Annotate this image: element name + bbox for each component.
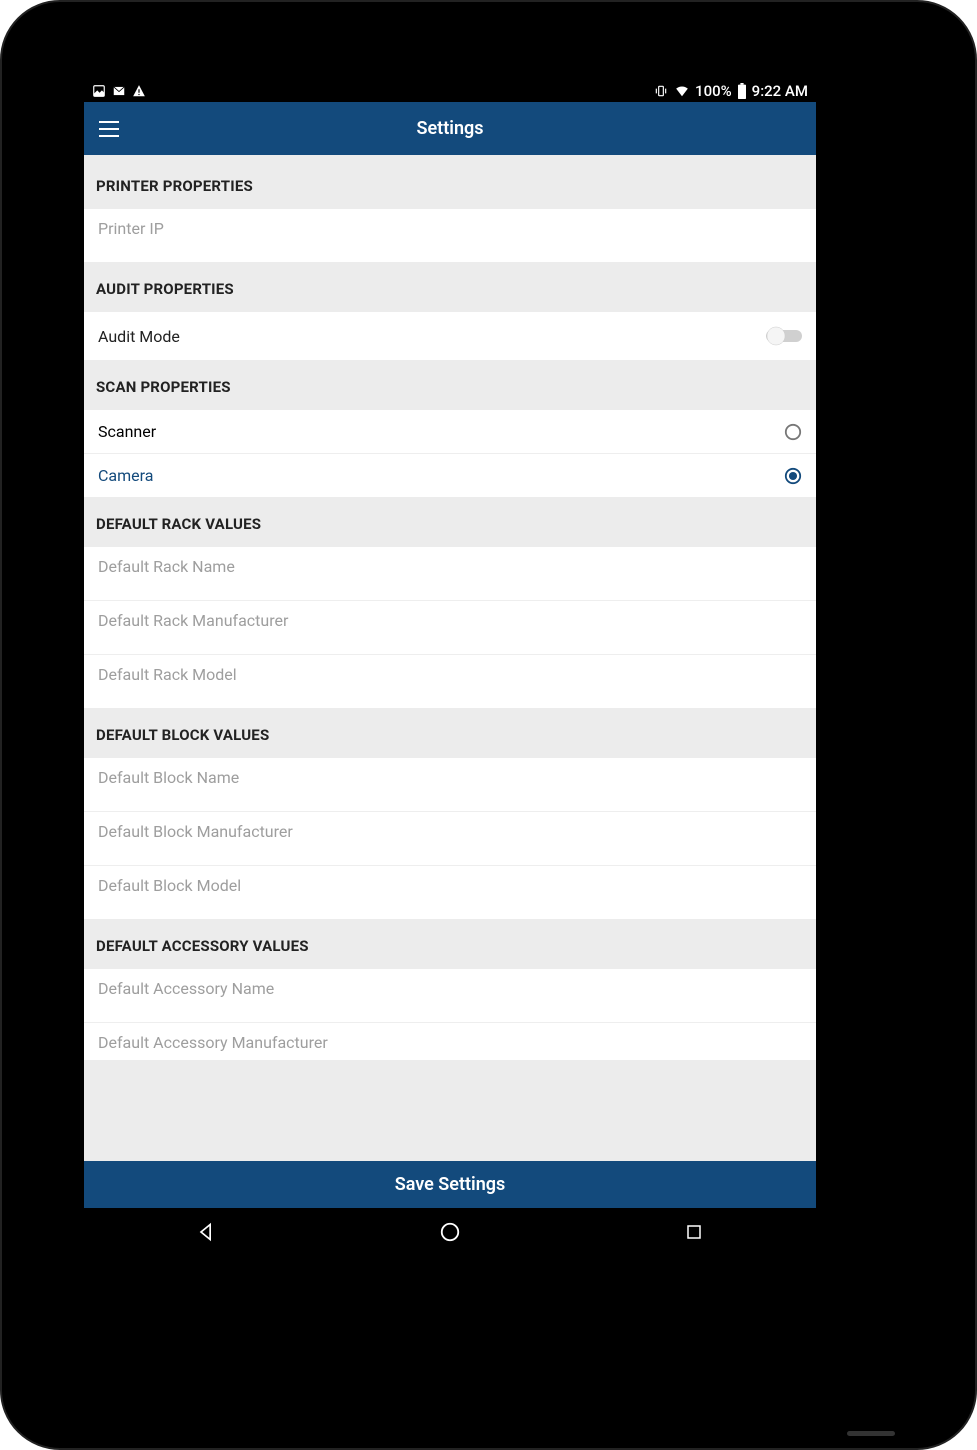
rack-model-field[interactable]: Default Rack Model	[84, 655, 816, 708]
home-icon	[439, 1221, 461, 1243]
section-header-accessory: DEFAULT ACCESSORY VALUES	[84, 919, 816, 969]
block-name-field[interactable]: Default Block Name	[84, 758, 816, 812]
rack-name-placeholder: Default Rack Name	[98, 557, 802, 576]
clock-time: 9:22 AM	[752, 82, 808, 100]
scan-option-camera[interactable]: Camera	[84, 454, 816, 497]
tablet-frame: 100% 9:22 AM Settings PRINTER PROPERTIES…	[0, 0, 977, 1450]
section-header-printer: PRINTER PROPERTIES	[84, 155, 816, 209]
accessory-manufacturer-field[interactable]: Default Accessory Manufacturer	[84, 1023, 816, 1060]
block-manufacturer-field[interactable]: Default Block Manufacturer	[84, 812, 816, 866]
screen: 100% 9:22 AM Settings PRINTER PROPERTIES…	[84, 80, 816, 1256]
nav-home-button[interactable]	[380, 1208, 520, 1256]
accessory-name-field[interactable]: Default Accessory Name	[84, 969, 816, 1023]
image-icon	[92, 84, 106, 98]
audit-mode-toggle[interactable]	[766, 326, 802, 346]
block-name-placeholder: Default Block Name	[98, 768, 802, 787]
block-model-placeholder: Default Block Model	[98, 876, 802, 895]
rack-manufacturer-placeholder: Default Rack Manufacturer	[98, 611, 802, 630]
section-header-rack: DEFAULT RACK VALUES	[84, 497, 816, 547]
rack-manufacturer-field[interactable]: Default Rack Manufacturer	[84, 601, 816, 655]
section-header-block: DEFAULT BLOCK VALUES	[84, 708, 816, 758]
app-bar: Settings	[84, 102, 816, 155]
battery-icon	[737, 83, 747, 99]
section-header-scan: SCAN PROPERTIES	[84, 360, 816, 410]
android-nav-bar	[84, 1208, 816, 1256]
settings-content[interactable]: PRINTER PROPERTIES Printer IP AUDIT PROP…	[84, 155, 816, 1161]
scan-option-camera-label: Camera	[98, 466, 153, 485]
audit-mode-row[interactable]: Audit Mode	[84, 312, 816, 360]
radio-unselected-icon	[784, 423, 802, 441]
vibrate-icon	[653, 84, 669, 98]
scan-option-scanner-label: Scanner	[98, 422, 156, 441]
hamburger-icon	[99, 121, 119, 137]
save-settings-button[interactable]: Save Settings	[84, 1161, 816, 1208]
status-bar: 100% 9:22 AM	[84, 80, 816, 102]
accessory-name-placeholder: Default Accessory Name	[98, 979, 802, 998]
printer-ip-field[interactable]: Printer IP	[84, 209, 816, 262]
warning-icon	[132, 84, 146, 98]
home-indicator	[847, 1431, 895, 1436]
block-manufacturer-placeholder: Default Block Manufacturer	[98, 822, 802, 841]
recent-icon	[685, 1223, 703, 1241]
wifi-icon	[674, 84, 690, 98]
accessory-manufacturer-placeholder: Default Accessory Manufacturer	[98, 1033, 802, 1052]
page-title: Settings	[84, 118, 816, 139]
save-settings-label: Save Settings	[395, 1174, 506, 1195]
scan-option-scanner[interactable]: Scanner	[84, 410, 816, 454]
back-icon	[196, 1222, 216, 1242]
block-model-field[interactable]: Default Block Model	[84, 866, 816, 919]
nav-recent-button[interactable]	[624, 1208, 764, 1256]
mail-icon	[112, 84, 126, 98]
audit-mode-label: Audit Mode	[98, 327, 180, 346]
printer-ip-placeholder: Printer IP	[98, 219, 802, 238]
menu-button[interactable]	[84, 102, 134, 155]
nav-back-button[interactable]	[136, 1208, 276, 1256]
rack-name-field[interactable]: Default Rack Name	[84, 547, 816, 601]
battery-percent: 100%	[695, 82, 732, 100]
rack-model-placeholder: Default Rack Model	[98, 665, 802, 684]
radio-selected-icon	[784, 467, 802, 485]
section-header-audit: AUDIT PROPERTIES	[84, 262, 816, 312]
